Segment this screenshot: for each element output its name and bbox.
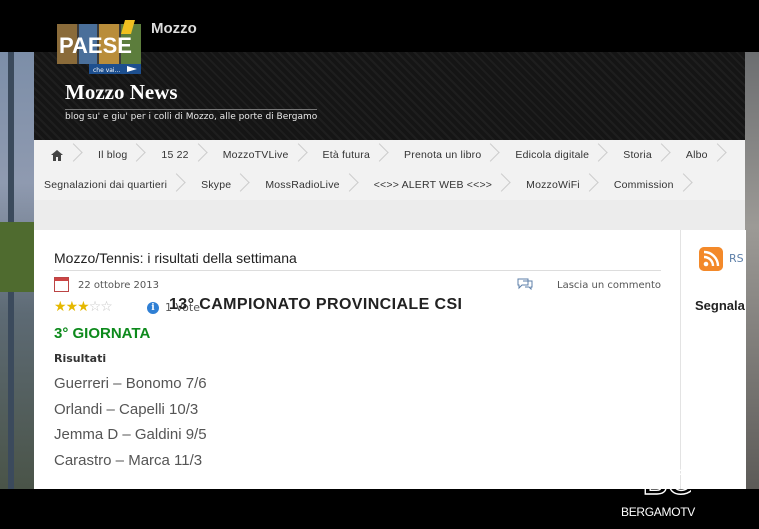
site-description: blog su' e giu' per i colli di Mozzo, al… — [65, 109, 318, 122]
site-title[interactable]: Mozzo News — [65, 80, 178, 105]
nav-item-commissioni[interactable]: Commission — [598, 170, 692, 200]
nav-item-mozzowifi[interactable]: MozzoWiFi — [510, 170, 598, 200]
star-icon-empty[interactable]: ☆ — [100, 299, 113, 315]
nav-item-il-blog[interactable]: Il blog — [82, 140, 145, 170]
nav-row-primary: Il blog 15 22 MozzoTVLive Età futura Pre… — [34, 140, 726, 170]
result-item: Jemma D – Galdini 9/5 — [54, 426, 207, 443]
sidebar-widget-title: Segnala — [695, 298, 745, 313]
leave-comment-link[interactable]: Lascia un commento — [557, 280, 661, 291]
nav-item-home[interactable] — [34, 140, 82, 170]
result-item: Guerreri – Bonomo 7/6 — [54, 375, 207, 392]
rss-icon[interactable] — [699, 247, 723, 271]
content-top-band — [34, 200, 745, 230]
nav-row-secondary: Segnalazioni dai quartieri Skype MossRad… — [34, 170, 692, 200]
background-scene-right — [745, 52, 759, 489]
round-heading: 3° GIORNATA — [54, 325, 151, 342]
post-rating: ★★★☆☆ i 1 Vote 13° CAMPIONATO PROVINCIAL… — [54, 296, 661, 317]
background-scene-left — [0, 52, 34, 489]
nav-item-skype[interactable]: Skype — [185, 170, 249, 200]
content-area: Mozzo/Tennis: i risultati della settiman… — [34, 200, 746, 489]
main-navigation: Il blog 15 22 MozzoTVLive Età futura Pre… — [34, 140, 745, 201]
bergamotv-logo-mark: BG — [642, 463, 691, 500]
nav-item-storia[interactable]: Storia — [607, 140, 670, 170]
rating-stars[interactable]: ★★★☆☆ — [54, 299, 113, 315]
blog-post: Mozzo/Tennis: i risultati della settiman… — [54, 250, 661, 473]
nav-item-mossradiolive[interactable]: MossRadioLive — [249, 170, 357, 200]
nav-item-segnalazioni[interactable]: Segnalazioni dai quartieri — [34, 170, 185, 200]
star-icon-filled[interactable]: ★ — [54, 299, 67, 315]
championship-heading: 13° CAMPIONATO PROVINCIALE CSI — [169, 296, 463, 313]
top-title: Mozzo — [151, 20, 197, 37]
sidebar: RS Segnala — [680, 230, 746, 489]
result-item: Carastro – Marca 11/3 — [54, 451, 203, 469]
post-meta: 22 ottobre 2013 Lascia un commento — [54, 277, 661, 297]
result-item: Orlandi – Capelli 10/3 — [54, 400, 199, 418]
nav-item-prenota-un-libro[interactable]: Prenota un libro — [388, 140, 499, 170]
bergamotv-logo-letters: BG — [643, 464, 691, 500]
nav-item-alert-web[interactable]: <<>> ALERT WEB <<>> — [358, 170, 510, 200]
star-icon-filled[interactable]: ★ — [77, 299, 90, 315]
bergamotv-logo-text: BERGAMOTV — [621, 505, 695, 519]
comment-icon — [517, 278, 533, 290]
post-title[interactable]: Mozzo/Tennis: i risultati della settiman… — [54, 250, 661, 271]
rss-link[interactable]: RS — [729, 252, 744, 265]
nav-item-mozzotvlive[interactable]: MozzoTVLive — [207, 140, 307, 170]
calendar-icon — [54, 277, 69, 292]
nav-item-15-22[interactable]: 15 22 — [145, 140, 206, 170]
info-icon: i — [147, 302, 159, 314]
star-icon-empty[interactable]: ☆ — [89, 299, 102, 315]
home-icon — [51, 150, 63, 161]
nav-item-eta-futura[interactable]: Età futura — [307, 140, 389, 170]
nav-item-albo[interactable]: Albo — [670, 140, 726, 170]
results-heading: Risultati — [54, 352, 107, 365]
star-icon-filled[interactable]: ★ — [66, 299, 79, 315]
paese-logo-text: PAESE — [59, 33, 132, 58]
nav-item-edicola-digitale[interactable]: Edicola digitale — [499, 140, 607, 170]
paese-logo[interactable]: PAESE che vai... — [55, 20, 143, 74]
background-grass — [0, 222, 34, 292]
results-list: Guerreri – Bonomo 7/6 Orlandi – Capelli … — [54, 371, 661, 473]
paese-logo-subtext: che vai... — [93, 67, 120, 74]
post-date: 22 ottobre 2013 — [78, 280, 160, 291]
